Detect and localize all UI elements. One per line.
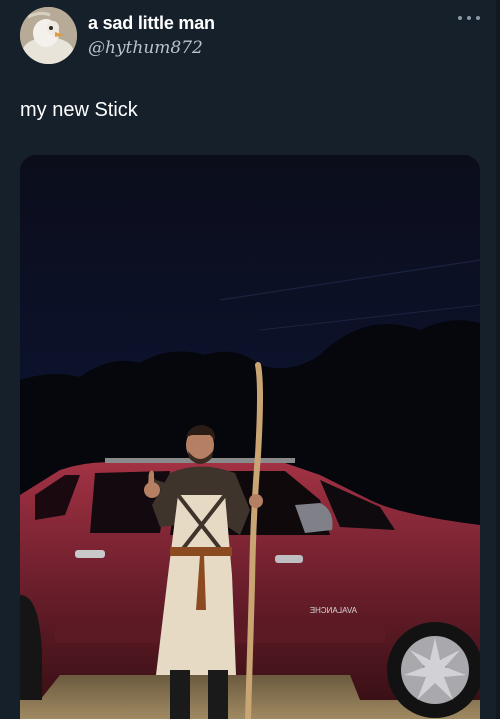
tweet-media-image[interactable]: AVALANCHE — [20, 155, 480, 719]
vehicle-badge: AVALANCHE — [310, 606, 357, 615]
more-horizontal-icon[interactable] — [458, 12, 480, 24]
scrollbar-track[interactable] — [496, 0, 500, 719]
tweet-text: my new Stick — [20, 99, 138, 121]
avatar-bird-photo — [20, 7, 77, 64]
user-handle[interactable]: @hythum872 — [88, 38, 203, 58]
avatar[interactable] — [20, 7, 77, 64]
photo-night-truck-with-figure: AVALANCHE — [20, 155, 480, 719]
tweet-header: a sad little man @hythum872 — [0, 0, 500, 80]
display-name[interactable]: a sad little man — [88, 13, 215, 34]
